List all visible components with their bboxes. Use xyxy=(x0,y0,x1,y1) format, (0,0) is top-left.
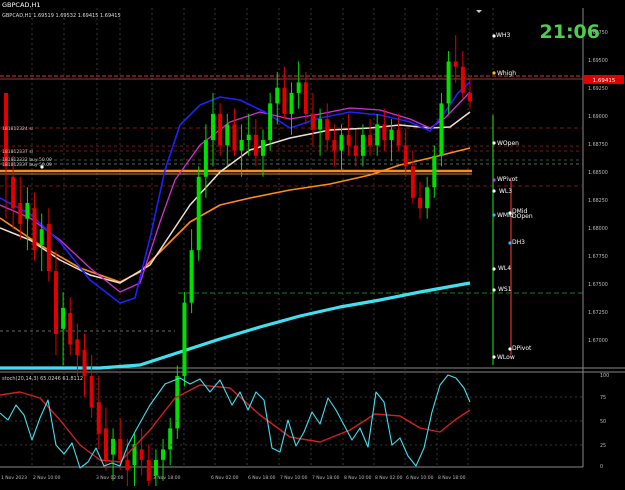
oscillator-axis-label: 25 xyxy=(600,443,606,449)
candle xyxy=(439,92,444,167)
trade-label-2: 181812337 sl xyxy=(2,149,33,155)
trade-label-4: 181812337 buy 50.09 xyxy=(2,162,52,168)
time-axis-label: 6 Nov 10:00 xyxy=(406,475,434,481)
price-axis-label: 1.67500 xyxy=(588,282,608,288)
time-axis-label: 2 Nov 10:00 xyxy=(33,475,61,481)
ohlc-readout: GBPCAD,H1 1.69519 1.69532 1.69415 1.6941… xyxy=(2,13,121,19)
level-label-ws1: WS1 xyxy=(498,286,512,293)
oscillator-axis-label: 75 xyxy=(600,395,606,401)
level-label-wlow: WLow xyxy=(497,354,515,361)
time-axis-label: 6 Nov 18:00 xyxy=(248,475,276,481)
candle xyxy=(182,292,187,387)
level-label-wpivot: WPivot xyxy=(497,176,518,183)
level-marker-dot xyxy=(492,355,496,359)
price-axis-label: 1.69500 xyxy=(588,58,608,64)
time-axis-label: 3 Nov 02:00 xyxy=(96,475,124,481)
level-label-wopen: WOpen xyxy=(497,140,519,147)
level-label-wh3: WH3 xyxy=(496,32,510,39)
price-axis-label: 1.68750 xyxy=(588,142,608,148)
price-axis-label: 1.67000 xyxy=(588,338,608,344)
level-marker-dot xyxy=(492,189,496,193)
level-label-dpivot: DPivot xyxy=(512,345,532,352)
price-axis-label: 1.68500 xyxy=(588,170,608,176)
level-label-dh3: DH3 xyxy=(512,239,525,246)
level-marker-dot xyxy=(492,141,496,145)
price-axis-label: 1.69000 xyxy=(588,114,608,120)
time-axis-label: 8 Nov 18:00 xyxy=(438,475,466,481)
price-axis-label: 1.69250 xyxy=(588,86,608,92)
level-marker-dot xyxy=(492,213,496,217)
time-axis-label: 8 Nov 10:00 xyxy=(344,475,372,481)
time-axis-label: 7 Nov 18:00 xyxy=(312,475,340,481)
level-marker-dot xyxy=(492,71,496,75)
server-clock: 21:06 xyxy=(540,21,600,43)
price-axis-label: 1.67750 xyxy=(588,254,608,260)
price-chart-canvas[interactable]: 1.697501.695001.692501.690001.687501.685… xyxy=(0,0,625,490)
time-axis-label: 6 Nov 02:00 xyxy=(211,475,239,481)
level-label-wl3: WL3 xyxy=(499,188,512,195)
trade-label-1: 181812324 sl xyxy=(2,126,33,132)
candle xyxy=(196,166,201,261)
price-axis-label: 1.67250 xyxy=(588,310,608,316)
level-marker-dot xyxy=(492,267,496,271)
level-label-wl4: WL4 xyxy=(498,265,511,272)
current-price-label: 1.69415 xyxy=(593,78,616,84)
oscillator-axis-label: 50 xyxy=(600,419,606,425)
oscillator-axis-label: 100 xyxy=(600,373,609,379)
level-label-dopen: DOpen xyxy=(512,213,533,220)
oscillator-axis-label: 0 xyxy=(600,464,603,470)
time-axis-label: 8 Nov 02:00 xyxy=(375,475,403,481)
oscillator-label: stoch(20,14,3) 65.0246 61.8112 xyxy=(2,376,83,382)
price-axis-label: 1.68000 xyxy=(588,226,608,232)
time-axis-label: 7 Nov 10:00 xyxy=(280,475,308,481)
price-axis-label: 1.68250 xyxy=(588,198,608,204)
time-axis-label: 1 Nov 2023 xyxy=(1,475,27,481)
candle xyxy=(175,365,180,439)
level-label-whigh: Whigh xyxy=(497,70,516,77)
symbol-title: GBPCAD,H1 xyxy=(2,1,41,9)
time-axis-label: 3 Nov 18:00 xyxy=(153,475,181,481)
trading-chart-window[interactable]: 1.69750 1.69500 1.69250 1.69000 1.68750 1.685… xyxy=(0,0,625,490)
level-marker-dot xyxy=(492,288,496,292)
level-marker-dot xyxy=(492,178,496,182)
